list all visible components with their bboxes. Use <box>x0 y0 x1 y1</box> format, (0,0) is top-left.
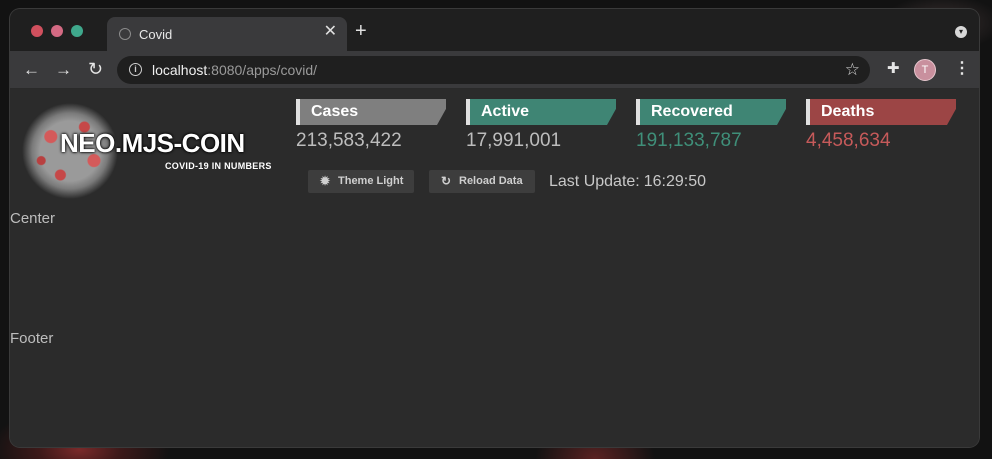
url-text[interactable]: localhost:8080/apps/covid/ <box>152 62 317 78</box>
stat-label: Recovered <box>651 103 733 120</box>
puzzle-icon[interactable]: ✚ <box>887 60 900 77</box>
avatar[interactable]: T <box>914 59 936 81</box>
back-arrow-icon[interactable]: ← <box>23 61 40 78</box>
reload-data-button[interactable]: ↻ Reload Data <box>429 170 535 193</box>
sun-icon: ✹ <box>320 174 331 188</box>
globe-icon <box>119 28 131 40</box>
button-label: Reload Data <box>459 175 523 187</box>
stat-accent-bar <box>296 99 300 125</box>
tab-strip: Covid ✕ + ▾ <box>10 9 979 51</box>
stat-value: 213,583,422 <box>296 130 402 151</box>
footer-region-label: Footer <box>10 330 54 347</box>
browser-toolbar: ← → ↻ i localhost:8080/apps/covid/ ☆ ✚ T… <box>10 51 979 89</box>
center-region-label: Center <box>10 210 56 227</box>
tab-title: Covid <box>139 27 173 42</box>
stat-header: Deaths <box>806 99 956 125</box>
stat-label: Active <box>481 103 530 120</box>
stat-recovered: Recovered 191,133,787 <box>636 99 786 152</box>
logo-subtitle: COVID-19 IN NUMBERS <box>165 161 272 171</box>
url-host: localhost <box>152 62 208 78</box>
window-maximize-button[interactable] <box>71 25 83 37</box>
stat-cases: Cases 213,583,422 <box>296 99 446 152</box>
menu-dots-icon[interactable]: ⋮ <box>954 60 970 77</box>
window-minimize-button[interactable] <box>51 25 63 37</box>
stat-header: Recovered <box>636 99 786 125</box>
close-icon[interactable]: ✕ <box>324 24 337 40</box>
info-icon[interactable]: i <box>129 63 142 76</box>
last-update: Last Update: 16:29:50 <box>549 173 706 191</box>
reload-icon[interactable]: ↻ <box>88 60 103 78</box>
app-logo: NEO.MJS-COIN COVID-19 IN NUMBERS <box>22 97 284 199</box>
new-tab-button[interactable]: + <box>355 21 367 41</box>
tab-covid[interactable]: Covid ✕ <box>107 17 347 51</box>
window-close-button[interactable] <box>31 25 43 37</box>
stat-value: 4,458,634 <box>806 130 891 151</box>
last-update-time: 16:29:50 <box>643 173 707 190</box>
stat-accent-bar <box>636 99 640 125</box>
chevron-down-icon[interactable]: ▾ <box>955 26 967 38</box>
theme-light-button[interactable]: ✹ Theme Light <box>308 170 414 193</box>
forward-arrow-icon[interactable]: → <box>55 61 72 78</box>
stat-header: Cases <box>296 99 446 125</box>
stat-accent-bar <box>806 99 810 125</box>
browser-window: Covid ✕ + ▾ ← → ↻ i localhost:8080/apps/… <box>10 9 979 447</box>
stat-value: 191,133,787 <box>636 130 742 151</box>
stat-label: Cases <box>311 103 359 120</box>
last-update-label: Last Update: <box>549 173 640 190</box>
stat-value: 17,991,001 <box>466 130 562 151</box>
stat-active: Active 17,991,001 <box>466 99 616 152</box>
url-path: :8080/apps/covid/ <box>207 62 318 78</box>
stat-deaths: Deaths 4,458,634 <box>806 99 956 152</box>
page-content: NEO.MJS-COIN COVID-19 IN NUMBERS Cases 2… <box>10 89 979 447</box>
stat-header: Active <box>466 99 616 125</box>
button-label: Theme Light <box>338 175 404 187</box>
stat-accent-bar <box>466 99 470 125</box>
star-icon[interactable]: ☆ <box>845 60 860 80</box>
address-bar[interactable]: i localhost:8080/apps/covid/ ☆ <box>117 56 870 84</box>
stat-label: Deaths <box>821 103 875 120</box>
logo-title: NEO.MJS-COIN <box>60 128 245 158</box>
reload-icon: ↻ <box>441 174 452 188</box>
